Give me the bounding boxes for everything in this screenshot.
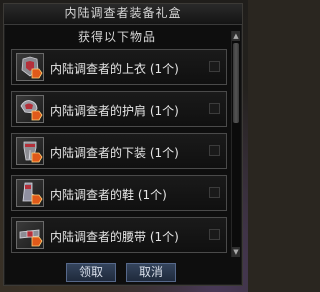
list-item[interactable]: 内陆调查者的鞋 (1个): [11, 175, 227, 211]
scroll-thumb[interactable]: [233, 43, 239, 123]
cancel-button[interactable]: 取消: [126, 263, 176, 282]
leg-armor-icon: [16, 137, 44, 165]
list-scrollbar[interactable]: ▲ ▼: [231, 31, 240, 257]
receive-button[interactable]: 领取: [66, 263, 116, 282]
list-item[interactable]: 内陆调查者的腰带 (1个): [11, 217, 227, 253]
item-checkbox[interactable]: [209, 229, 220, 240]
chest-armor-icon: [16, 53, 44, 81]
item-label: 内陆调查者的护肩 (1个): [50, 104, 179, 118]
item-label: 内陆调查者的鞋 (1个): [50, 188, 167, 202]
scroll-down-icon[interactable]: ▼: [232, 247, 240, 257]
item-label: 内陆调查者的上衣 (1个): [50, 62, 179, 76]
dialog-subtitle: 获得以下物品: [77, 30, 156, 44]
item-label: 内陆调查者的腰带 (1个): [50, 230, 179, 244]
dialog-title: 内陆调查者装备礼盒: [4, 4, 242, 25]
scroll-up-icon[interactable]: ▲: [232, 31, 240, 41]
item-checkbox[interactable]: [209, 103, 220, 114]
list-item[interactable]: 内陆调查者的下装 (1个): [11, 133, 227, 169]
item-checkbox[interactable]: [209, 61, 220, 72]
shoulder-armor-icon: [16, 95, 44, 123]
item-checkbox[interactable]: [209, 187, 220, 198]
gift-box-dialog: 内陆调查者装备礼盒 获得以下物品 内陆调查者的上衣 (1个) 内陆调查者的护肩 …: [3, 3, 243, 286]
item-checkbox[interactable]: [209, 145, 220, 156]
item-label: 内陆调查者的下装 (1个): [50, 146, 179, 160]
list-item[interactable]: 内陆调查者的护肩 (1个): [11, 91, 227, 127]
list-item[interactable]: 内陆调查者的上衣 (1个): [11, 49, 227, 85]
boots-icon: [16, 179, 44, 207]
belt-icon: [16, 221, 44, 249]
